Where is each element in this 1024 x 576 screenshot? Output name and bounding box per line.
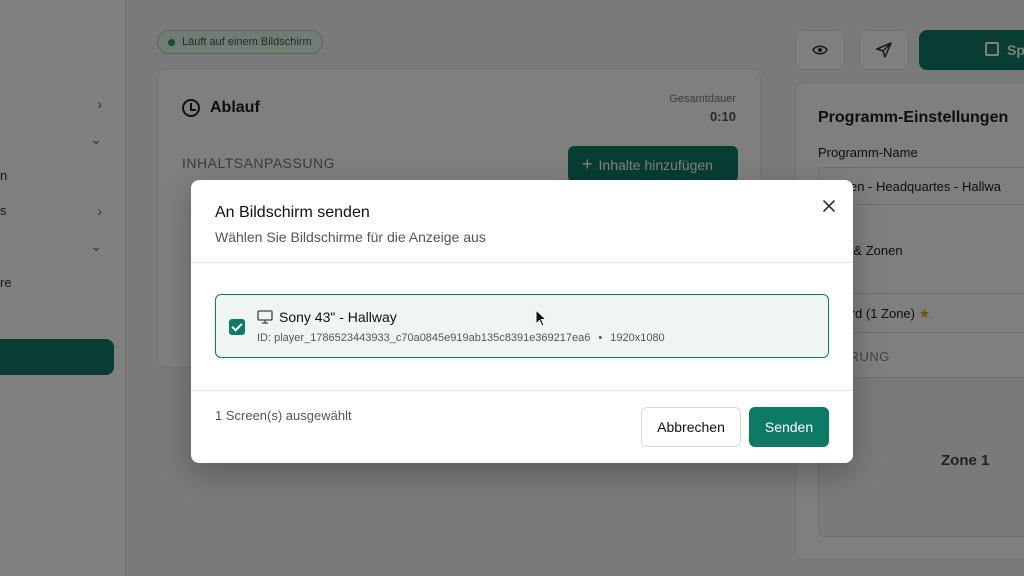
- send-button[interactable]: Senden: [749, 407, 829, 447]
- screen-option[interactable]: Sony 43" - Hallway ID: player_1786523443…: [215, 294, 829, 358]
- screen-name: Sony 43" - Hallway: [279, 309, 397, 325]
- monitor-icon: [257, 310, 273, 324]
- screen-id: ID: player_1786523443933_c70a0845e919ab1…: [257, 332, 591, 344]
- send-to-screen-dialog: An Bildschirm senden Wählen Sie Bildschi…: [191, 180, 853, 463]
- dialog-title: An Bildschirm senden: [215, 204, 370, 221]
- divider: [191, 262, 853, 263]
- meta-separator: •: [598, 332, 603, 344]
- cancel-button[interactable]: Abbrechen: [641, 407, 741, 447]
- divider: [191, 390, 853, 391]
- close-icon: [823, 200, 835, 212]
- screen-checkbox[interactable]: [229, 319, 245, 335]
- dialog-subtitle: Wählen Sie Bildschirme für die Anzeige a…: [215, 229, 486, 245]
- screen-resolution: 1920x1080: [610, 332, 665, 344]
- close-button[interactable]: [819, 196, 839, 216]
- mouse-cursor-icon: [535, 309, 547, 327]
- screen-meta: ID: player_1786523443933_c70a0845e919ab1…: [257, 332, 665, 344]
- selected-count: 1 Screen(s) ausgewählt: [215, 408, 352, 423]
